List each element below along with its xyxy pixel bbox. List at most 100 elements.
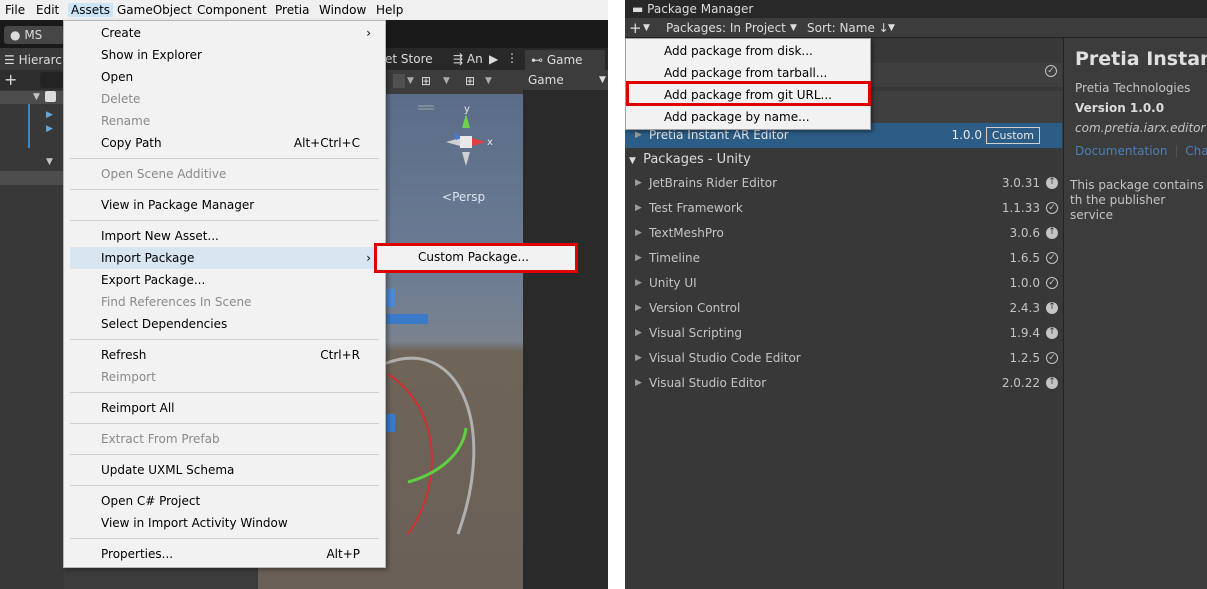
package-row[interactable]: ▶ Visual Studio Code Editor 1.2.5 ✓ [625,346,1062,371]
animation-icon: ⇶ [453,52,464,66]
expand-triangle-icon[interactable]: ▼ [46,157,53,167]
menu-edit[interactable]: Edit [36,3,59,17]
menu-item-import-new-asset[interactable]: Import New Asset... [64,225,385,247]
menu-item-export-package[interactable]: Export Package... [64,269,385,291]
menu-item-refresh[interactable]: Refresh Ctrl+R [64,344,385,366]
menu-file[interactable]: File [5,3,25,17]
menu-bar: File Edit Assets GameObject Component Pr… [0,0,608,20]
expand-triangle-icon[interactable]: ▶ [46,110,53,120]
package-name: JetBrains Rider Editor [649,176,778,190]
package-group-unity[interactable]: ▼ Packages - Unity [625,148,1062,172]
menu-item-view-import-activity[interactable]: View in Import Activity Window [64,512,385,534]
package-row[interactable]: ▶ Timeline 1.6.5 ✓ [625,246,1062,271]
menu-pretia[interactable]: Pretia [275,3,309,17]
menu-item-label: Import Package [101,251,195,265]
package-row[interactable]: ▶ Unity UI 1.0.0 ✓ [625,271,1062,296]
documentation-link[interactable]: Documentation [1075,144,1168,158]
scene-persp-label[interactable]: <Persp [442,190,485,204]
tab-animation[interactable]: ⇶ An [453,52,483,66]
game-view[interactable] [523,90,608,589]
menu-help[interactable]: Help [376,3,403,17]
grid-icon[interactable]: ⊞ [421,74,431,88]
package-name: Visual Studio Editor [649,376,767,390]
menu-item-add-by-name[interactable]: Add package by name... [664,110,810,124]
package-version: 1.0.0 [951,128,982,142]
chevron-down-icon[interactable]: ▼ [443,76,450,86]
expand-triangle-icon: ▶ [635,378,642,388]
add-package-button[interactable]: + [629,18,642,38]
sort-dropdown[interactable]: Sort: Name ↓ [807,18,889,38]
menu-item-copy-path[interactable]: Copy Path Alt+Ctrl+C [64,132,385,154]
package-row[interactable]: ▶ Visual Scripting 1.9.4 ↑ [625,321,1062,346]
menu-item-update-uxml-schema[interactable]: Update UXML Schema [64,459,385,481]
menu-item-custom-package[interactable]: Custom Package... [418,250,529,264]
menu-item-reimport-all[interactable]: Reimport All [64,397,385,419]
menu-item-label: Properties... [101,547,174,561]
menu-item-view-in-package-manager[interactable]: View in Package Manager [64,194,385,216]
hierarchy-row[interactable] [0,171,64,185]
menu-component[interactable]: Component [197,3,267,17]
tab-menu-icon[interactable]: ⋮ [506,51,518,65]
menu-window[interactable]: Window [319,3,366,17]
menu-item-open-scene-additive: Open Scene Additive [64,163,385,185]
menu-item-label: Create [101,26,141,40]
check-icon: ✓ [1046,202,1058,214]
scene-tab-bar: et Store ⇶ An ▶ ⋮ [385,48,523,70]
assets-menu: Create › Show in Explorer Open Delete Ren… [63,20,386,568]
menu-item-label: Delete [101,92,141,106]
menu-item-shortcut: Alt+Ctrl+C [293,136,360,150]
package-row[interactable]: ▶ TextMeshPro 3.0.6 ↑ [625,221,1062,246]
chevron-down-icon[interactable]: ▼ [485,76,492,86]
snap-icon[interactable]: ⊞ [465,74,475,88]
account-button[interactable]: ● MS [4,26,64,44]
menu-separator [70,220,379,221]
menu-item-add-from-disk[interactable]: Add package from disk... [664,44,813,58]
menu-item-label: Copy Path [101,136,162,150]
package-row[interactable]: ▶ Visual Studio Editor 2.0.22 ↑ [625,371,1062,396]
menu-item-properties[interactable]: Properties... Alt+P [64,543,385,565]
chevron-down-icon[interactable]: ▼ [888,18,895,38]
menu-separator [70,485,379,486]
tab-asset-store[interactable]: et Store [385,52,433,66]
menu-item-shortcut: Ctrl+R [320,348,360,362]
menu-item-open[interactable]: Open [64,66,385,88]
menu-separator [70,423,379,424]
chevron-down-icon[interactable]: ▼ [407,76,414,86]
package-icon: ▬ [632,2,644,16]
menu-item-create[interactable]: Create › [64,22,385,44]
menu-assets[interactable]: Assets [68,3,114,17]
changelog-link[interactable]: Chan [1185,144,1207,158]
package-name: TextMeshPro [649,226,724,240]
menu-item-add-from-tarball[interactable]: Add package from tarball... [664,66,827,80]
menu-item-show-in-explorer[interactable]: Show in Explorer [64,44,385,66]
package-row[interactable]: ▶ Test Framework 1.1.33 ✓ [625,196,1062,221]
menu-item-open-csharp-project[interactable]: Open C# Project [64,490,385,512]
import-package-submenu[interactable]: Custom Package... [374,243,578,273]
check-icon: ✓ [1046,252,1058,264]
packages-scope-dropdown[interactable]: Packages: In Project [666,18,786,38]
update-available-icon: ↑ [1046,377,1058,389]
package-row[interactable]: ▶ Version Control 2.4.3 ↑ [625,296,1062,321]
menu-item-select-dependencies[interactable]: Select Dependencies [64,313,385,335]
package-version: 1.6.5 [1009,251,1040,265]
expand-triangle-icon[interactable]: ▼ [33,92,40,102]
chevron-down-icon[interactable]: ▼ [643,18,650,38]
add-icon[interactable]: + [4,70,17,89]
menu-item-import-package[interactable]: Import Package › [70,247,379,269]
tab-scroll-right-icon[interactable]: ▶ [489,52,498,66]
check-icon: ✓ [1046,352,1058,364]
tab-game[interactable]: ⊷ Game [525,50,605,70]
package-row[interactable]: ▶ JetBrains Rider Editor 3.0.31 ↑ [625,171,1062,196]
expand-triangle-icon: ▶ [635,178,642,188]
hierarchy-search-input[interactable] [40,72,64,88]
package-version: 1.2.5 [1009,351,1040,365]
shading-mode-icon[interactable] [393,74,405,88]
expand-triangle-icon[interactable]: ▶ [46,124,53,134]
menu-item-label: Extract From Prefab [101,432,220,446]
menu-item-label: Reimport [101,370,156,384]
menu-gameobject[interactable]: GameObject [117,3,192,17]
chevron-down-icon[interactable]: ▼ [790,18,797,38]
hierarchy-tab[interactable]: ☰ Hierarc [0,50,64,70]
menu-item-label: View in Package Manager [101,198,255,212]
game-display-dropdown[interactable]: Game ▼ [523,70,608,90]
